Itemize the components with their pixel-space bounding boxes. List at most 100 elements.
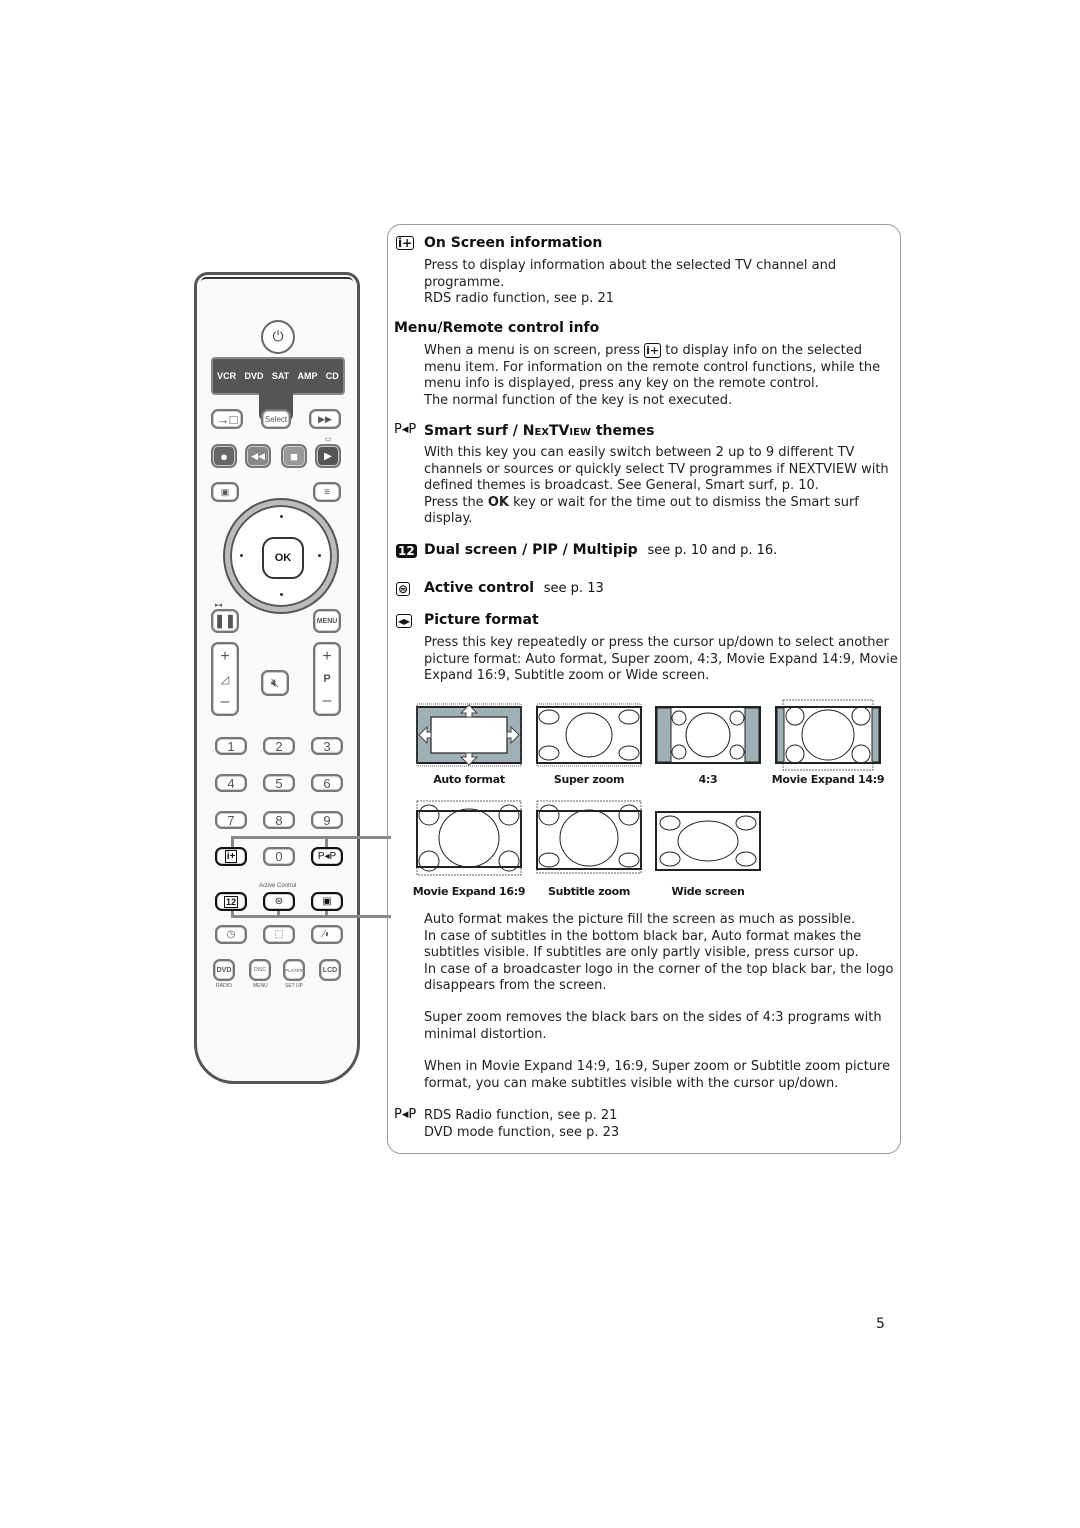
stop-button: ■	[281, 444, 307, 468]
pip-icon: P◂P	[394, 422, 417, 437]
av-source-button: →□	[211, 409, 243, 429]
digit-9-label: 9	[323, 812, 331, 828]
freeze-button: ⬚	[263, 925, 295, 944]
digit-5-label: 5	[275, 775, 283, 791]
record-button: ●	[211, 444, 237, 468]
title-fragment: themes	[590, 423, 655, 439]
text-line: defined themes is broadcast. See General…	[424, 478, 819, 493]
volume-rocker: + ◿ –	[211, 642, 239, 716]
digit-3-label: 3	[323, 738, 331, 754]
teletext-icon: ≡	[324, 486, 330, 498]
text-line: When in Movie Expand 14:9, 16:9, Super z…	[424, 1059, 891, 1074]
digit-6-label: 6	[323, 775, 331, 791]
ok-button: OK	[262, 537, 304, 579]
rewind-button: ◀◀	[245, 444, 271, 468]
nextview-brand: NexTView	[522, 423, 591, 439]
volume-down: –	[220, 692, 230, 710]
text-line: menu item. For information on the remote…	[424, 359, 881, 375]
super-zoom-explanation: Super zoom removes the black bars on the…	[424, 1010, 889, 1043]
volume-up: +	[220, 647, 230, 665]
digit-0-button: 0	[263, 847, 295, 866]
mode-key-amp: AMP	[297, 371, 318, 381]
pause-icon: ❚❚	[214, 613, 236, 628]
text-line: With this key you can easily switch betw…	[424, 445, 855, 460]
play-icon: ▶	[324, 450, 332, 462]
text-line: DVD mode function, see p. 23	[424, 1124, 620, 1140]
dvd-key: DVD	[213, 959, 235, 981]
format-label-movie-expand-14-9: Movie Expand 14:9	[771, 773, 885, 786]
format-diagram-movie-expand-16-9	[416, 800, 522, 876]
format-diagram-auto	[416, 703, 522, 767]
channel-rocker: + P –	[313, 642, 341, 716]
format-diagram-subtitle-zoom	[536, 800, 642, 876]
title-text: Dual screen / PIP / Multipip	[424, 542, 638, 558]
digit-7-label: 7	[227, 812, 235, 828]
dual-screen-icon: 12	[223, 895, 238, 908]
picture-format-button: ▣	[311, 892, 343, 911]
text-fragment: When a menu is on screen, press	[424, 343, 641, 358]
format-label-4-3: 4:3	[698, 773, 718, 786]
picture-format-icon: ▣	[322, 896, 332, 907]
player-key: PLAYER	[283, 959, 305, 981]
picture-format-body: Press this key repeatedly or press the c…	[424, 635, 898, 685]
active-control-button: ⊜	[263, 892, 295, 911]
format-diagram-4-3	[655, 703, 761, 767]
disc-key-label: DISC	[254, 967, 266, 973]
callout-tick	[231, 836, 234, 847]
mode-key-cd: CD	[325, 371, 339, 381]
text-line: Super zoom removes the black bars on the…	[424, 1010, 882, 1025]
section-title-active-control: Active control see p. 13	[424, 580, 604, 596]
text-line: programme.	[424, 274, 505, 290]
pip-label: P◂P	[317, 851, 337, 862]
text-line: minimal distortion.	[424, 1026, 547, 1042]
format-diagram-super-zoom	[536, 703, 642, 767]
format-label-auto: Auto format	[433, 773, 505, 786]
teletext-small-icon: ▭	[325, 436, 332, 443]
text-line: In case of subtitles in the bottom black…	[424, 928, 862, 944]
sleep-timer-button: ◷	[215, 925, 247, 944]
digit-8-button: 8	[263, 811, 295, 829]
active-control-icon: ⊜	[396, 582, 411, 596]
text-line: When a menu is on screen, press i+ to di…	[424, 343, 889, 360]
lcd-key-label: LCD	[322, 966, 338, 974]
info-icon: i+	[396, 236, 415, 250]
text-line: format, you can make subtitles visible w…	[424, 1075, 839, 1091]
cursor-ring: OK	[225, 500, 337, 612]
digit-6-button: 6	[311, 774, 343, 792]
digit-9-button: 9	[311, 811, 343, 829]
text-line: picture format: Auto format, Super zoom,…	[424, 651, 898, 667]
digit-2-button: 2	[263, 737, 295, 755]
callout-tick	[325, 911, 328, 917]
text-fragment: key or wait for the time out to dismiss …	[508, 494, 859, 510]
mode-key-sat: SAT	[271, 371, 290, 381]
digit-8-label: 8	[275, 812, 283, 828]
movie-expand-explanation: When in Movie Expand 14:9, 16:9, Super z…	[424, 1059, 891, 1092]
stop-icon: ■	[290, 448, 298, 464]
title-text: Active control	[424, 580, 535, 596]
page-number: 5	[876, 1316, 885, 1332]
fast-forward-button: ▶▶	[309, 409, 341, 429]
mode-key-dvd: DVD	[244, 371, 264, 381]
digit-4-label: 4	[227, 775, 235, 791]
channel-up: +	[322, 647, 332, 665]
select-button: Select	[261, 409, 291, 429]
lcd-key: LCD	[319, 959, 341, 981]
text-line: In case of a broadcaster logo in the cor…	[424, 961, 894, 977]
digit-0-label: 0	[275, 849, 283, 864]
section-title-on-screen: On Screen information	[424, 235, 603, 251]
title-fragment: Smart surf /	[424, 423, 523, 439]
info-icon: i+	[224, 850, 238, 863]
content-panel: i+ On Screen information Press to displa…	[387, 224, 901, 1154]
callout-line-top	[231, 836, 391, 839]
active-control-icon: ⊜	[274, 896, 284, 907]
text-line: disappears from the screen.	[424, 978, 607, 993]
text-fragment: to display info on the selected	[665, 343, 862, 358]
mute-button: 🔇︎	[261, 670, 289, 696]
on-screen-body: Press to display information about the s…	[424, 258, 889, 308]
rewind-icon: ◀◀	[251, 450, 265, 461]
play-button: ▶	[315, 444, 341, 468]
digit-1-label: 1	[227, 738, 235, 754]
disc-key: DISC	[249, 959, 271, 981]
text-fragment: Press the	[424, 494, 488, 510]
text-line: RDS radio function, see p. 21	[424, 291, 615, 306]
